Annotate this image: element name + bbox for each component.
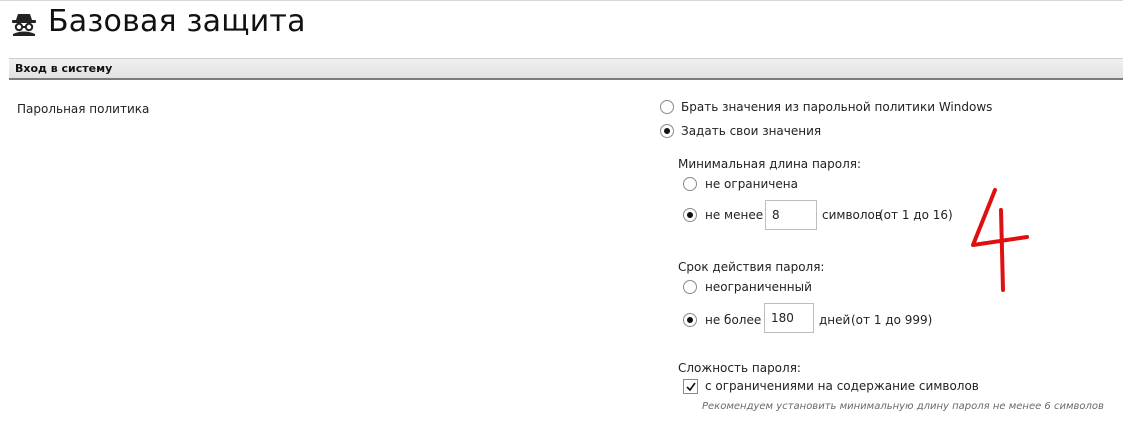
radio-windows-policy-label[interactable]: Брать значения из парольной политики Win… [681, 100, 992, 114]
radio-expiry-at-most[interactable] [683, 313, 697, 327]
radio-min-length-unlimited-label[interactable]: не ограничена [705, 177, 798, 191]
min-length-unit: символов [822, 208, 882, 222]
radio-min-length-at-least-label[interactable]: не менее [705, 208, 763, 222]
section-header-login: Вход в систему [9, 58, 1123, 80]
expiry-header: Срок действия пароля: [678, 260, 825, 274]
complexity-checkbox-label[interactable]: с ограничениями на содержание символов [705, 379, 979, 393]
expiry-unit: дней [819, 313, 851, 327]
section-title: Вход в систему [15, 62, 113, 75]
radio-expiry-unlimited[interactable] [683, 280, 697, 294]
page-title: Базовая защита [48, 4, 306, 39]
min-length-input[interactable]: 8 [765, 200, 817, 230]
radio-custom-values-label[interactable]: Задать свои значения [681, 124, 821, 138]
checkmark-icon [686, 382, 696, 392]
radio-windows-policy[interactable] [660, 100, 674, 114]
password-policy-label: Парольная политика [17, 102, 150, 116]
handwritten-annotation [971, 188, 1029, 292]
expiry-range: (от 1 до 999) [851, 313, 933, 327]
complexity-checkbox[interactable] [683, 379, 698, 394]
radio-min-length-unlimited[interactable] [683, 177, 697, 191]
page-header: Базовая защита [0, 0, 1123, 55]
radio-expiry-unlimited-label[interactable]: неограниченный [705, 280, 812, 294]
radio-custom-values[interactable] [660, 124, 674, 138]
min-length-range: (от 1 до 16) [879, 208, 953, 222]
complexity-header: Сложность пароля: [678, 361, 801, 375]
min-length-header: Минимальная длина пароля: [678, 157, 862, 171]
spy-icon [12, 14, 36, 36]
radio-expiry-at-most-label[interactable]: не более [705, 313, 761, 327]
radio-min-length-at-least[interactable] [683, 208, 697, 222]
complexity-hint: Рекомендуем установить минимальную длину… [702, 401, 1104, 412]
expiry-input[interactable]: 180 [764, 303, 814, 333]
